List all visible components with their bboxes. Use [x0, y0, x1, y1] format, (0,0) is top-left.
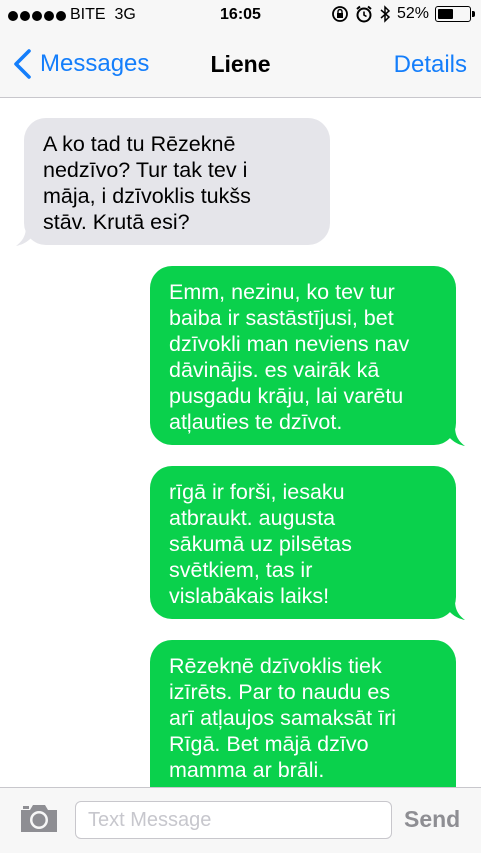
- details-button[interactable]: Details: [394, 51, 467, 79]
- message-bubble-sent[interactable]: rīgā ir forši, iesaku atbraukt. augusta …: [150, 466, 456, 619]
- status-bar: BITE 3G 16:05 52%: [0, 0, 481, 32]
- message-thread[interactable]: A ko tad tu Rēzeknē nedzīvo? Tur tak tev…: [0, 98, 481, 787]
- alarm-icon: [356, 5, 372, 23]
- battery-icon: [435, 6, 475, 22]
- message-composer: Send: [0, 787, 481, 853]
- back-button[interactable]: Messages: [10, 48, 149, 80]
- bubble-tail: [16, 226, 38, 246]
- message-bubble-received[interactable]: A ko tad tu Rēzeknē nedzīvo? Tur tak tev…: [24, 118, 330, 245]
- send-button[interactable]: Send: [404, 806, 460, 833]
- back-button-label: Messages: [40, 50, 150, 77]
- status-icons: 52%: [331, 5, 475, 23]
- navigation-bar: Messages Liene Details: [0, 32, 481, 98]
- bubble-tail: [443, 426, 465, 446]
- rotation-lock-icon: [332, 6, 348, 22]
- chevron-left-icon: [14, 49, 31, 79]
- message-text-field[interactable]: [75, 801, 392, 839]
- message-bubble-sent[interactable]: Rēzeknē dzīvoklis tiek izīrēts. Par to n…: [150, 640, 456, 787]
- battery-percent: 52%: [396, 5, 429, 22]
- bluetooth-icon: [380, 5, 391, 23]
- bubble-tail: [443, 600, 465, 620]
- message-bubble-sent[interactable]: Emm, nezinu, ko tev tur baiba ir sastāst…: [150, 266, 456, 445]
- camera-icon[interactable]: [18, 800, 60, 836]
